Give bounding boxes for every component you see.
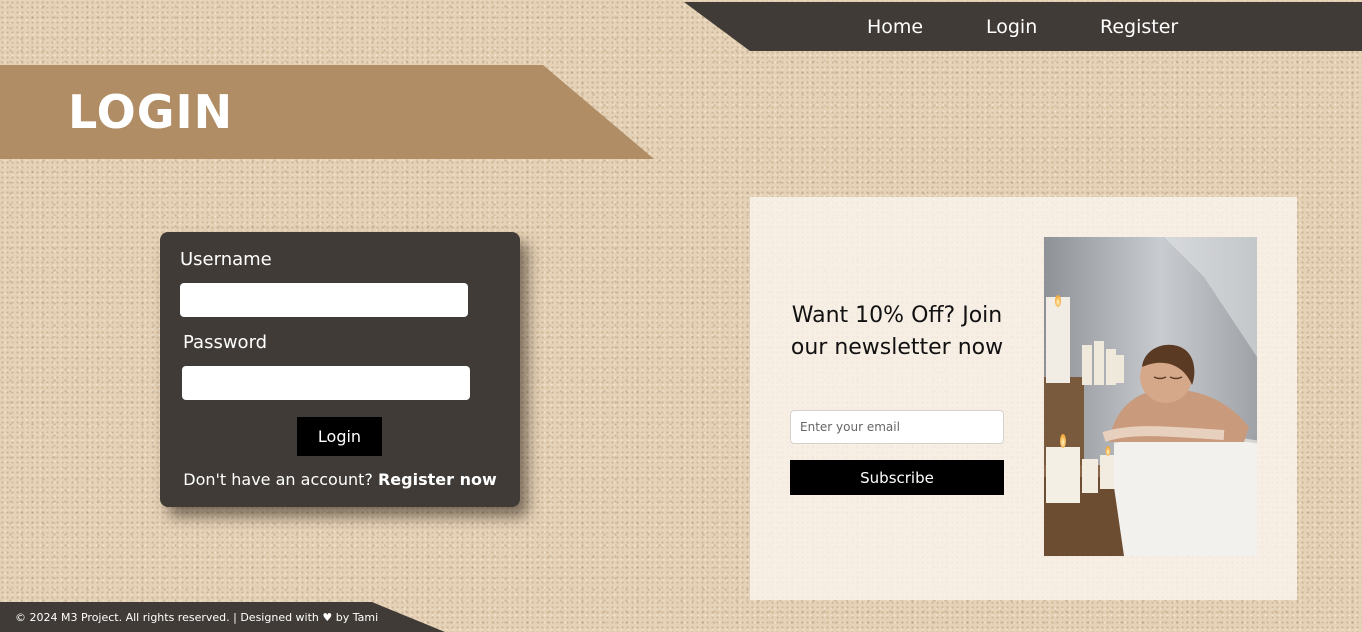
- password-label: Password: [183, 332, 268, 353]
- register-prompt-text: Don't have an account?: [183, 470, 373, 489]
- register-prompt: Don't have an account? Register now: [160, 470, 520, 490]
- login-form: Username Password Login Don't have an ac…: [160, 232, 520, 507]
- newsletter-panel: Want 10% Off? Join our newsletter now Su…: [750, 197, 1297, 600]
- nav-home-link[interactable]: Home: [867, 16, 923, 38]
- footer: © 2024 M3 Project. All rights reserved. …: [0, 602, 445, 632]
- login-button[interactable]: Login: [297, 417, 382, 456]
- top-nav: Home Login Register: [684, 2, 1362, 51]
- username-label: Username: [180, 249, 272, 270]
- nav-login-link[interactable]: Login: [986, 16, 1037, 38]
- spa-massage-photo: [1044, 237, 1257, 556]
- register-now-link[interactable]: Register now: [378, 470, 497, 489]
- newsletter-email-input[interactable]: [790, 410, 1004, 444]
- username-input[interactable]: [180, 283, 468, 317]
- newsletter-heading: Want 10% Off? Join our newsletter now: [790, 303, 1004, 360]
- nav-register-link[interactable]: Register: [1100, 16, 1178, 38]
- footer-text: © 2024 M3 Project. All rights reserved. …: [15, 611, 379, 624]
- subscribe-button[interactable]: Subscribe: [790, 460, 1004, 495]
- password-input[interactable]: [182, 366, 470, 400]
- page-title: LOGIN: [68, 85, 234, 139]
